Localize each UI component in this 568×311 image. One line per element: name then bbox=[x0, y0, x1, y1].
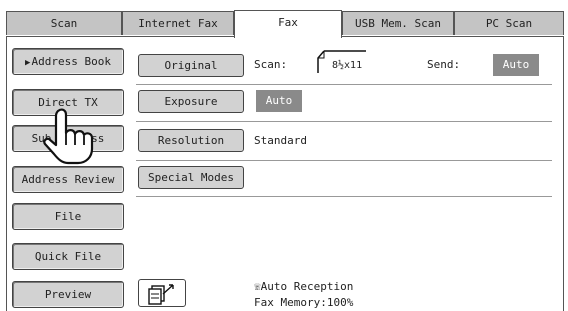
preview-label: Preview bbox=[44, 288, 92, 301]
file-button[interactable]: File bbox=[12, 203, 124, 230]
reception-status: ☏Auto Reception bbox=[254, 280, 353, 293]
row-divider bbox=[136, 84, 552, 85]
tab-fax[interactable]: Fax bbox=[234, 10, 342, 38]
exposure-label: Exposure bbox=[164, 95, 218, 108]
row-divider bbox=[136, 121, 552, 122]
document-edit-icon bbox=[148, 284, 174, 305]
fax-panel: Scan Internet Fax Fax USB Mem. Scan PC S… bbox=[0, 0, 568, 311]
exposure-value: Auto bbox=[256, 90, 302, 112]
document-edit-button[interactable] bbox=[138, 279, 186, 307]
hand-pointer-icon bbox=[40, 107, 104, 167]
paper-size-indicator: 8½x11 bbox=[316, 48, 368, 74]
scan-label: Scan: bbox=[254, 58, 288, 71]
phone-icon: ☏ bbox=[254, 280, 261, 293]
fax-memory-status: Fax Memory:100% bbox=[254, 296, 354, 309]
mode-tabs: Scan Internet Fax Fax USB Mem. Scan PC S… bbox=[6, 10, 564, 38]
reception-status-label: Auto Reception bbox=[260, 280, 354, 293]
send-value: Auto bbox=[493, 54, 539, 76]
tab-scan[interactable]: Scan bbox=[6, 11, 122, 35]
arrow-right-icon: ▶ bbox=[25, 58, 31, 68]
tab-internet-fax[interactable]: Internet Fax bbox=[122, 11, 234, 35]
file-label: File bbox=[54, 210, 82, 223]
row-divider bbox=[136, 160, 552, 161]
preview-button[interactable]: Preview bbox=[12, 281, 124, 308]
original-button[interactable]: Original bbox=[138, 54, 244, 77]
quick-file-button[interactable]: Quick File bbox=[12, 243, 124, 270]
special-modes-button[interactable]: Special Modes bbox=[138, 166, 244, 189]
address-book-label: Address Book bbox=[31, 55, 111, 68]
row-divider bbox=[136, 196, 552, 197]
paper-size-value: 8½x11 bbox=[332, 60, 363, 71]
special-modes-label: Special Modes bbox=[147, 171, 235, 184]
address-review-button[interactable]: Address Review bbox=[12, 166, 124, 193]
tab-pc-scan[interactable]: PC Scan bbox=[454, 11, 564, 35]
resolution-label: Resolution bbox=[157, 134, 225, 147]
send-label: Send: bbox=[427, 58, 461, 71]
address-review-label: Address Review bbox=[21, 173, 115, 186]
address-book-button[interactable]: ▶Address Book bbox=[12, 48, 124, 75]
original-label: Original bbox=[164, 59, 218, 72]
quick-file-label: Quick File bbox=[34, 250, 102, 263]
tab-usb-mem-scan[interactable]: USB Mem. Scan bbox=[342, 11, 454, 35]
exposure-button[interactable]: Exposure bbox=[138, 90, 244, 113]
resolution-value: Standard bbox=[254, 134, 307, 147]
resolution-button[interactable]: Resolution bbox=[138, 129, 244, 152]
